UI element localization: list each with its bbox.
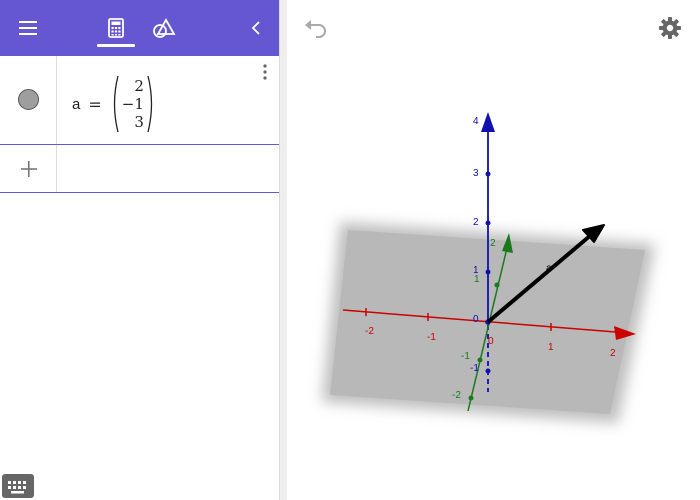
right-parenthesis <box>147 75 153 133</box>
x-tick-label: 2 <box>610 348 616 359</box>
algebra-entry-row[interactable]: a = 2 −1 3 <box>0 56 279 145</box>
new-input-row[interactable] <box>0 145 279 193</box>
object-name: a <box>72 95 81 113</box>
hamburger-menu-icon <box>19 21 37 35</box>
vector-component-x: 2 <box>134 77 144 95</box>
z-tick-point <box>485 368 491 374</box>
keyboard-icon <box>8 481 26 494</box>
y-tick-label: -2 <box>452 390 461 401</box>
vector-definition[interactable]: a = 2 −1 3 <box>72 74 156 134</box>
x-tick-label: -2 <box>365 326 374 337</box>
3d-scene[interactable]: -2 -1 0 1 2 -2 -1 1 2 -1 1 2 3 4 0 a <box>287 0 700 500</box>
algebra-panel: a = 2 −1 3 <box>0 0 279 500</box>
more-vertical-icon <box>263 64 267 80</box>
y-tick-label: 2 <box>490 238 496 249</box>
z-tick-label: 3 <box>473 168 479 179</box>
x-tick-label: 1 <box>548 342 554 353</box>
y-tick-point <box>494 282 500 288</box>
settings-button[interactable] <box>658 16 682 40</box>
x-tick-label: 0 <box>488 336 494 347</box>
visibility-toggle[interactable] <box>18 89 39 110</box>
x-tick-label: -1 <box>427 332 436 343</box>
visibility-cell <box>0 56 57 144</box>
vector-component-z: 3 <box>134 113 144 131</box>
origin-label: 0 <box>473 314 479 325</box>
gear-icon <box>659 17 681 39</box>
undo-icon <box>305 20 326 38</box>
geometry-tools-icon <box>153 18 176 38</box>
calculator-icon <box>108 18 124 38</box>
z-tick-point <box>485 171 491 177</box>
vector-component-y: −1 <box>121 95 144 113</box>
equals-sign: = <box>88 94 102 114</box>
graphics-3d-view[interactable]: -2 -1 0 1 2 -2 -1 1 2 -1 1 2 3 4 0 a <box>287 0 700 500</box>
panel-resize-handle[interactable] <box>279 0 287 500</box>
geogebra-app: a = 2 −1 3 -2 -1 0 1 2 -2 -1 1 2 -1 1 2 … <box>0 0 700 500</box>
y-tick-point <box>468 395 474 401</box>
tab-algebra[interactable] <box>96 8 136 48</box>
vector-a-label: a <box>546 263 552 274</box>
z-tick-label: -1 <box>470 363 479 374</box>
vector-components: 2 −1 3 <box>120 77 146 131</box>
chevron-left-icon <box>251 21 260 35</box>
undo-button[interactable] <box>303 16 329 40</box>
z-tick-point <box>485 269 491 275</box>
collapse-panel-button[interactable] <box>236 8 276 48</box>
active-tab-indicator <box>97 44 135 47</box>
entry-more-button[interactable] <box>255 60 275 84</box>
y-tick-label: -1 <box>461 351 470 362</box>
column-vector: 2 −1 3 <box>110 75 156 133</box>
top-toolbar <box>0 0 279 56</box>
z-tick-label: 2 <box>473 217 479 228</box>
y-tick-point <box>477 357 483 363</box>
add-cell <box>0 145 57 192</box>
keyboard-toggle-button[interactable] <box>2 474 34 498</box>
z-tick-label: 4 <box>473 116 479 127</box>
plus-icon[interactable] <box>18 158 40 180</box>
z-tick-label: 1 <box>473 265 479 276</box>
left-parenthesis <box>113 75 119 133</box>
z-axis-arrow <box>481 112 495 132</box>
main-menu-button[interactable] <box>8 8 48 48</box>
tab-tools[interactable] <box>144 8 184 48</box>
z-tick-point <box>485 220 491 226</box>
